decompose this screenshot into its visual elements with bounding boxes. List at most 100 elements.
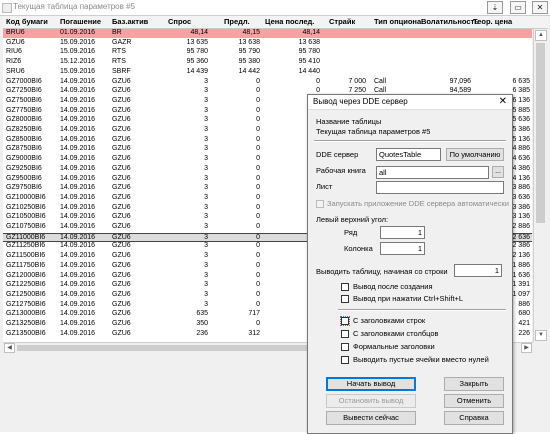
table-cell: 14.09.2016: [60, 87, 96, 95]
formula-headers-checkbox[interactable]: [341, 343, 349, 351]
vertical-scrollbar[interactable]: ▲ ▼: [533, 29, 548, 342]
column-header[interactable]: Страйк: [329, 17, 355, 26]
dde-output-dialog: Вывод через DDE сервер ✕ Название таблиц…: [307, 94, 513, 434]
column-header[interactable]: Тип опциона: [374, 17, 421, 26]
table-name-label: Название таблицы: [316, 117, 382, 126]
table-cell: GZ9750BI6: [6, 184, 42, 192]
table-cell: 0: [256, 174, 260, 182]
table-cell: 3: [204, 145, 208, 153]
window-titlebar[interactable]: Текущая таблица параметров #5 ⇣ ▭ ✕: [0, 0, 550, 16]
hotkey-checkbox[interactable]: [341, 295, 349, 303]
close-icon[interactable]: ✕: [532, 1, 548, 14]
table-cell: 14.09.2016: [60, 145, 96, 153]
row-headers-checkbox[interactable]: [340, 316, 350, 326]
sheet-input[interactable]: [376, 181, 504, 194]
table-cell: 0: [256, 116, 260, 124]
scroll-right-icon[interactable]: ▶: [521, 343, 532, 353]
table-cell: GZU6: [112, 106, 131, 114]
vertical-scroll-thumb[interactable]: [536, 43, 545, 223]
row-headers-label: С заголовками строк: [353, 316, 426, 325]
autostart-label: Запускать приложение DDE сервера автомат…: [327, 199, 509, 208]
after-create-checkbox[interactable]: [341, 283, 349, 291]
table-cell: 14 440: [298, 67, 320, 75]
table-cell: GZU6: [112, 242, 131, 250]
table-cell: 3: [204, 116, 208, 124]
dialog-titlebar[interactable]: Вывод через DDE сервер ✕: [308, 95, 512, 110]
row-input[interactable]: 1: [380, 226, 425, 239]
table-cell: GZU6: [112, 155, 131, 163]
scroll-down-icon[interactable]: ▼: [535, 330, 547, 341]
table-cell: 3: [204, 281, 208, 289]
table-cell: 4 386: [512, 164, 530, 172]
table-cell: 0: [256, 252, 260, 260]
table-cell: 14.09.2016: [60, 203, 96, 211]
table-cell: 13 635: [186, 38, 208, 46]
table-cell: GZ12000BI6: [6, 271, 46, 279]
empty-zero-checkbox[interactable]: [341, 356, 349, 364]
table-cell: 2 386: [512, 242, 530, 250]
column-header[interactable]: Теор. цена: [473, 17, 512, 26]
table-cell: 2 636: [512, 233, 530, 241]
column-header[interactable]: Код бумаги: [6, 17, 48, 26]
table-cell: 3: [204, 300, 208, 308]
row-label: Ряд: [344, 228, 358, 237]
autostart-checkbox[interactable]: [316, 200, 324, 208]
table-cell: GZ12500BI6: [6, 290, 46, 298]
cancel-button[interactable]: Отменить: [444, 394, 504, 408]
scroll-left-icon[interactable]: ◀: [4, 343, 15, 353]
table-cell: 14.09.2016: [60, 106, 96, 114]
pin-icon[interactable]: ⇣: [487, 1, 503, 14]
minimize-icon[interactable]: ▭: [510, 1, 526, 14]
output-now-button[interactable]: Вывести сейчас: [326, 411, 416, 425]
table-row[interactable]: RIU6 15.09.2016 RTS 95 780 95 790 95 780: [3, 48, 532, 57]
table-cell: GZ13000BI6: [6, 310, 46, 318]
table-row[interactable]: BRU6 01.09.2016 BR 48,14 48,15 48,14: [3, 29, 532, 38]
column-header[interactable]: Волатильность: [421, 17, 479, 26]
column-header[interactable]: Погашение: [60, 17, 101, 26]
workbook-input[interactable]: all: [376, 166, 489, 179]
table-cell: GZU6: [112, 116, 131, 124]
column-header[interactable]: Баз.актив: [112, 17, 148, 26]
column-header[interactable]: Предл.: [224, 17, 250, 26]
close-button[interactable]: Закрыть: [444, 377, 504, 391]
start-row-input[interactable]: 1: [454, 264, 502, 277]
table-cell: 5 386: [512, 126, 530, 133]
dde-server-input[interactable]: QuotesTable: [376, 148, 441, 161]
column-header[interactable]: Спрос: [168, 17, 191, 26]
table-cell: 5 136: [512, 135, 530, 143]
table-cell: GZ9500BI6: [6, 174, 42, 182]
table-cell: 3: [204, 203, 208, 211]
table-cell: 0: [256, 155, 260, 163]
table-row[interactable]: GZU6 15.09.2016 GAZR 13 635 13 638 13 638: [3, 39, 532, 48]
table-cell: 0: [256, 77, 260, 85]
help-button[interactable]: Справка: [444, 411, 504, 425]
table-cell: RIZ6: [6, 58, 22, 66]
table-cell: 3: [204, 213, 208, 221]
table-row[interactable]: GZ7000BI6 14.09.2016 GZU6 3 0 0 7 000 Call 97,09…: [3, 78, 532, 87]
table-cell: 3 886: [512, 184, 530, 192]
window-title: Текущая таблица параметров #5: [13, 2, 135, 11]
table-cell: 1 886: [512, 261, 530, 269]
table-cell: GZU6: [112, 320, 131, 327]
table-cell: 1 097: [512, 290, 530, 298]
column-input[interactable]: 1: [380, 242, 425, 255]
horizontal-scroll-thumb[interactable]: [17, 345, 317, 351]
default-button[interactable]: По умолчанию: [446, 148, 504, 161]
table-row[interactable]: SRU6 15.09.2016 SBRF 14 439 14 442 14 440: [3, 68, 532, 77]
table-cell: GZU6: [112, 164, 131, 172]
table-cell: 226: [518, 329, 530, 337]
table-cell: 14.09.2016: [60, 213, 96, 221]
table-cell: GZ7500BI6: [6, 96, 42, 104]
stop-output-button[interactable]: Остановить вывод: [326, 394, 416, 408]
dialog-close-icon[interactable]: ✕: [499, 96, 507, 107]
start-output-button[interactable]: Начать вывод: [326, 377, 416, 391]
scroll-up-icon[interactable]: ▲: [535, 30, 547, 41]
start-row-label: Выводить таблицу, начиная со строки: [316, 267, 448, 276]
column-header[interactable]: Цена послед.: [265, 17, 314, 26]
table-row[interactable]: RIZ6 15.12.2016 RTS 95 360 95 380 95 410: [3, 58, 532, 67]
table-cell: 3: [204, 106, 208, 114]
col-headers-checkbox[interactable]: [341, 330, 349, 338]
browse-button[interactable]: ...: [492, 166, 504, 178]
table-cell: 3: [204, 223, 208, 230]
table-cell: 14.09.2016: [60, 174, 96, 182]
